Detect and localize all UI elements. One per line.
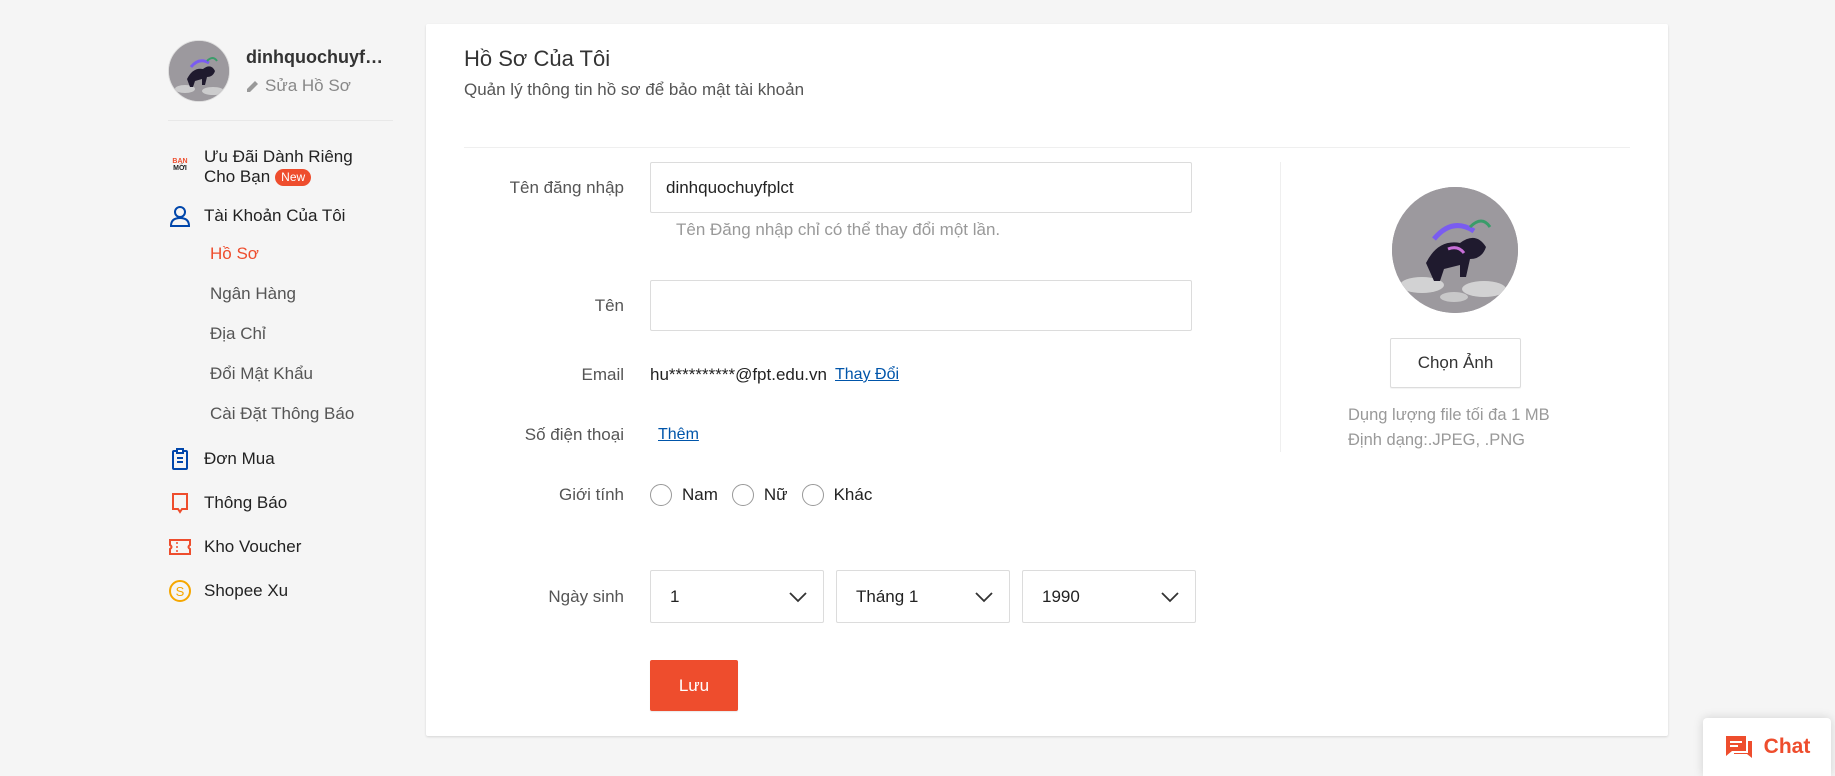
sidebar-item-profile[interactable]: Hồ Sơ	[210, 234, 393, 274]
sidebar-item-notifications[interactable]: Thông Báo	[168, 481, 393, 525]
choose-image-button[interactable]: Chọn Ảnh	[1390, 338, 1521, 388]
user-icon	[168, 204, 192, 228]
sidebar-coins-label: Shopee Xu	[204, 581, 289, 600]
account-submenu: Hồ Sơ Ngân Hàng Địa Chỉ Đổi Mật Khẩu Cài…	[210, 234, 393, 434]
gender-option-label: Khác	[833, 485, 873, 504]
birthday-label: Ngày sinh	[548, 586, 624, 606]
birthday-row: Ngày sinh 1 Tháng 1 1990	[426, 570, 1286, 623]
avatar-image	[1392, 187, 1518, 313]
clipboard-icon	[168, 447, 192, 471]
radio-circle	[801, 484, 824, 506]
add-phone-link[interactable]: Thêm	[658, 426, 699, 444]
gender-option-male[interactable]: Nam	[650, 484, 718, 506]
sidebar-item-coins[interactable]: S Shopee Xu	[168, 569, 393, 613]
voucher-icon	[168, 535, 192, 559]
sidebar-vouchers-label: Kho Voucher	[204, 537, 302, 556]
chevron-down-icon	[975, 591, 993, 602]
save-button[interactable]: Lưu	[650, 660, 738, 711]
birthday-day-select[interactable]: 1	[650, 570, 824, 623]
username-input[interactable]	[650, 162, 1192, 213]
name-row: Tên	[426, 280, 1286, 331]
save-row: Lưu	[426, 660, 1286, 711]
username-label: Tên đăng nhập	[509, 177, 624, 197]
page-title: Hồ Sơ Của Tôi	[464, 46, 611, 71]
gender-option-other[interactable]: Khác	[801, 484, 873, 506]
phone-label: Số điện thoại	[524, 425, 624, 444]
username-hint: Tên Đăng nhập chỉ có thể thay đổi một lầ…	[676, 220, 1001, 239]
email-row: Email hu**********@fpt.edu.vn Thay Đổi	[426, 362, 1286, 388]
edit-profile-label: Sửa Hồ Sơ	[265, 75, 351, 95]
sidebar-item-change-password[interactable]: Đổi Mật Khẩu	[210, 354, 393, 394]
bell-icon	[168, 491, 192, 515]
birthday-month-value: Tháng 1	[856, 586, 919, 606]
gender-option-female[interactable]: Nữ	[731, 484, 788, 506]
sidebar: dinhquochuyfplct Sửa Hồ Sơ BẠN MỚI Ưu Đã…	[168, 40, 393, 613]
birthday-year-select[interactable]: 1990	[1022, 570, 1196, 623]
name-input[interactable]	[650, 280, 1192, 331]
file-size-note: Dụng lượng file tối đa 1 MB	[1348, 406, 1550, 424]
gender-option-label: Nữ	[763, 485, 788, 504]
sidebar-item-account[interactable]: Tài Khoản Của Tôi	[168, 201, 393, 231]
avatar[interactable]	[168, 40, 230, 102]
user-info: dinhquochuyfplct Sửa Hồ Sơ	[246, 47, 386, 96]
pencil-icon	[247, 80, 258, 92]
chevron-down-icon	[1161, 591, 1179, 602]
sidebar-item-address[interactable]: Địa Chỉ	[210, 314, 393, 354]
email-value: hu**********@fpt.edu.vn	[650, 365, 827, 384]
new-user-badge-line1: BẠN	[172, 157, 188, 165]
gender-row: Giới tính Nam Nữ Khác	[426, 480, 1286, 510]
birthday-month-select[interactable]: Tháng 1	[836, 570, 1010, 623]
card-header: Hồ Sơ Của Tôi Quản lý thông tin hồ sơ để…	[464, 46, 1630, 148]
file-info: Dụng lượng file tối đa 1 MB Định dạng:.J…	[1348, 403, 1608, 453]
profile-avatar	[1392, 187, 1518, 313]
sidebar-item-promotions[interactable]: BẠN MỚI Ưu Đãi Dành Riêng Cho Bạn New	[168, 147, 393, 187]
avatar-panel: Chọn Ảnh Dụng lượng file tối đa 1 MB Địn…	[1280, 162, 1636, 452]
file-format-note: Định dạng:.JPEG, .PNG	[1348, 431, 1525, 449]
radio-circle	[731, 484, 754, 506]
sidebar-item-vouchers[interactable]: Kho Voucher	[168, 525, 393, 569]
profile-card: Hồ Sơ Của Tôi Quản lý thông tin hồ sơ để…	[426, 24, 1668, 736]
svg-text:S: S	[176, 584, 185, 599]
sidebar-notifications-label: Thông Báo	[204, 493, 288, 512]
gender-label: Giới tính	[558, 485, 624, 504]
chat-label: Chat	[1763, 735, 1811, 758]
sidebar-item-bank[interactable]: Ngân Hàng	[210, 274, 393, 314]
sidebar-account-label: Tài Khoản Của Tôi	[204, 206, 346, 225]
username-row: Tên đăng nhập	[426, 162, 1286, 213]
radio-circle	[650, 484, 672, 506]
promo-label-line1: Ưu Đãi Dành Riêng	[204, 147, 353, 166]
new-user-badge-icon: BẠN MỚI	[168, 153, 192, 177]
chat-button[interactable]: Chat	[1703, 718, 1831, 776]
sidebar-item-notification-settings[interactable]: Cài Đặt Thông Báo	[210, 394, 393, 434]
user-block: dinhquochuyfplct Sửa Hồ Sơ	[168, 40, 393, 121]
sidebar-orders-label: Đơn Mua	[204, 449, 275, 468]
chat-icon	[1725, 736, 1752, 758]
birthday-day-value: 1	[670, 586, 680, 606]
email-label: Email	[581, 365, 624, 384]
username: dinhquochuyfplct	[246, 46, 386, 67]
new-badge: New	[275, 169, 312, 187]
birthday-year-value: 1990	[1042, 586, 1080, 606]
sidebar-menu: BẠN MỚI Ưu Đãi Dành Riêng Cho Bạn New Tài…	[168, 147, 393, 613]
promo-text: Ưu Đãi Dành Riêng Cho Bạn New	[204, 147, 353, 187]
new-user-badge-line2: MỚI	[173, 164, 187, 172]
gender-radio-group: Nam Nữ Khác	[650, 484, 886, 506]
chevron-down-icon	[789, 591, 807, 602]
phone-row: Số điện thoại Thêm	[426, 422, 1286, 448]
gender-option-label: Nam	[682, 485, 718, 504]
name-label: Tên	[594, 295, 624, 315]
coin-icon: S	[168, 579, 192, 603]
edit-profile-link[interactable]: Sửa Hồ Sơ	[246, 76, 386, 96]
promo-label-line2: Cho Bạn	[204, 167, 271, 186]
page-subtitle: Quản lý thông tin hồ sơ để bảo mật tài k…	[464, 80, 805, 99]
avatar-image	[169, 41, 229, 101]
sidebar-item-orders[interactable]: Đơn Mua	[168, 437, 393, 481]
change-email-link[interactable]: Thay Đổi	[835, 366, 899, 384]
